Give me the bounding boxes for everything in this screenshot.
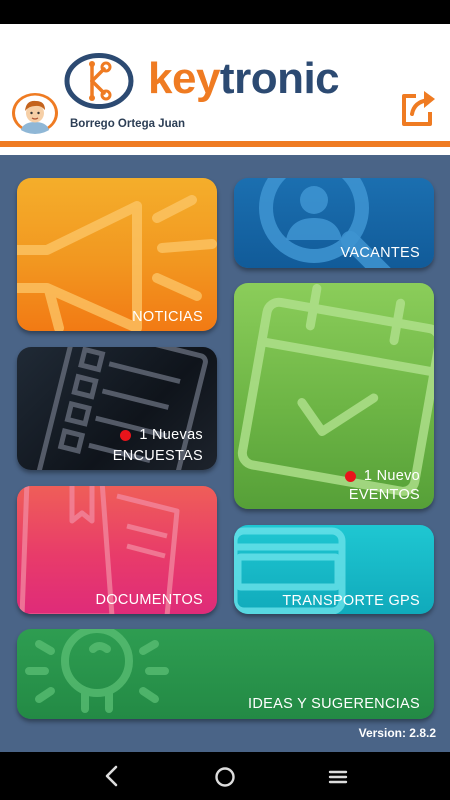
tile-documentos[interactable]: DOCUMENTOS xyxy=(17,486,217,614)
tile-eventos-label: EVENTOS xyxy=(348,487,420,503)
new-badge-dot xyxy=(344,470,356,482)
logo-suffix: tronic xyxy=(219,54,340,103)
keytronic-logo-icon xyxy=(64,53,134,109)
tile-ideas-label: IDEAS Y SUGERENCIAS xyxy=(248,696,420,712)
logo-prefix: key xyxy=(148,54,220,103)
tile-encuestas[interactable]: 1 Nuevas ENCUESTAS xyxy=(17,347,217,470)
new-badge-dot xyxy=(120,429,132,441)
app-version: Version: 2.8.2 xyxy=(358,726,436,740)
tile-transporte-label: TRANSPORTE GPS xyxy=(282,593,420,609)
logout-icon[interactable] xyxy=(400,86,440,128)
tile-vacantes-label: VACANTES xyxy=(340,245,420,261)
menu-icon[interactable] xyxy=(325,764,351,790)
tile-noticias-label: NOTICIAS xyxy=(132,309,203,325)
tile-encuestas-label: ENCUESTAS xyxy=(112,448,203,464)
tile-transporte[interactable]: TRANSPORTE GPS xyxy=(234,525,434,614)
tile-eventos-badge: 1 Nuevo xyxy=(344,468,420,484)
back-icon[interactable] xyxy=(100,763,124,789)
tile-noticias[interactable]: NOTICIAS xyxy=(17,178,217,331)
user-avatar-icon[interactable] xyxy=(11,92,59,134)
keytronic-logo-text: keytronic xyxy=(148,54,340,104)
user-name: Borrego Ortega Juan xyxy=(70,118,186,130)
tile-ideas[interactable]: IDEAS Y SUGERENCIAS xyxy=(17,629,434,719)
tile-encuestas-badge: 1 Nuevas xyxy=(120,427,203,443)
home-icon[interactable] xyxy=(212,764,238,790)
tile-documentos-label: DOCUMENTOS xyxy=(95,592,203,608)
status-bar xyxy=(0,0,450,24)
tile-vacantes[interactable]: VACANTES xyxy=(234,178,434,268)
app-screen: Borrego Ortega Juan keytronic NOTICIAS V… xyxy=(0,0,450,800)
tile-eventos[interactable]: 1 Nuevo EVENTOS xyxy=(234,283,434,509)
